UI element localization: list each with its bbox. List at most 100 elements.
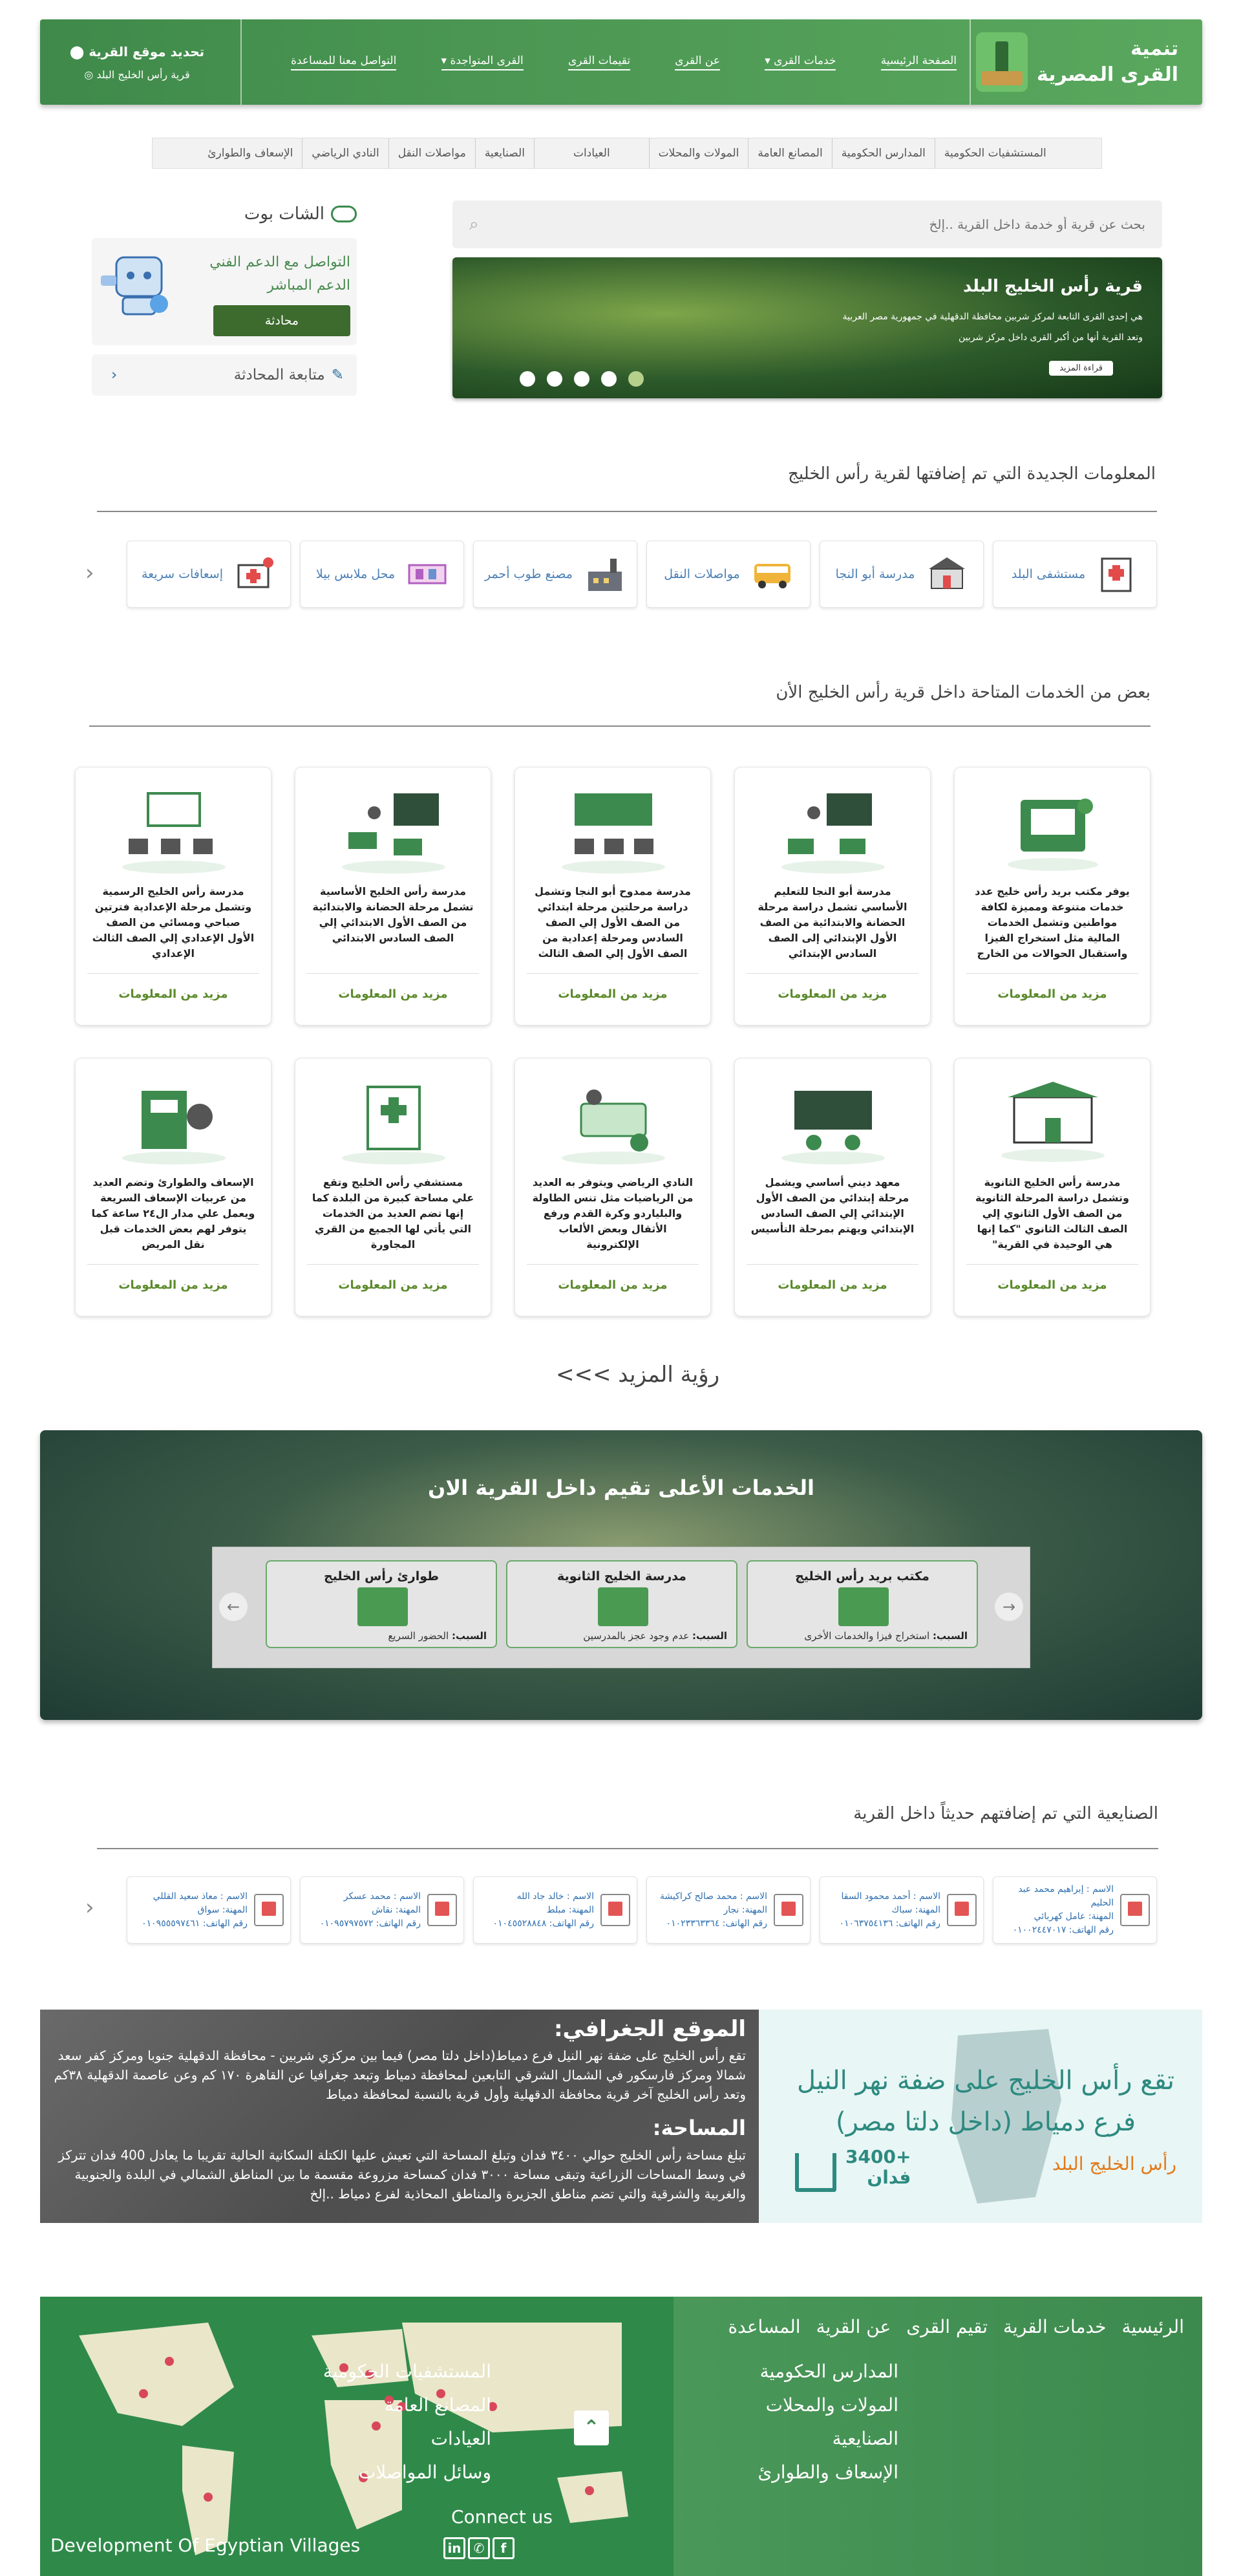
service-card[interactable]: معهد ديني أساسي ويشمل مرحلة إبتدائي من ا… [734,1058,931,1316]
category-gov-hospitals[interactable]: المستشفيات الحكومية [934,138,1055,168]
brand[interactable]: تنمية القرى المصرية [976,19,1183,105]
new-info-item[interactable]: محل ملابس بيلا [300,541,464,608]
category-sports-club[interactable]: النادي الرياضي [302,138,388,168]
category-gov-schools[interactable]: المدارس الحكومية [831,138,935,168]
category-clinics[interactable]: العيادات [533,138,649,168]
nav-ratings[interactable]: تقيمات القرى [568,54,631,70]
service-card[interactable]: مدرسة أبو النجا للتعليم الأساسي تشمل درا… [734,767,931,1025]
more-info-link[interactable]: مزيد من المعلومات [735,1278,930,1292]
more-info-link[interactable]: مزيد من المعلومات [295,1278,491,1292]
search-icon[interactable]: ⌕ [469,215,479,235]
arrow-right-icon[interactable]: → [995,1593,1023,1621]
category-bar: المستشفيات الحكومية المدارس الحكومية الم… [152,138,1102,169]
service-card[interactable]: النادي الرياضي ويتوفر به العديد من الريا… [514,1058,711,1316]
read-more-button[interactable]: قراءة المزيد [1049,361,1113,376]
category-malls[interactable]: المولات والمحلات [648,138,748,168]
service-card[interactable]: يوفر مكتب بريد رأس خليج عدد خدمات متنوعة… [954,767,1151,1025]
nav-home[interactable]: الصفحة الرئيسية [880,54,957,70]
rated-card[interactable]: مدرسة الخليج الثانوية السبب: عدم وجود عج… [506,1560,737,1648]
category-transport[interactable]: مواصلات النقل [388,138,475,168]
service-card[interactable]: مدرسة ممدوح أبو النجا وتشمل دراسة مرحلتي… [514,767,711,1025]
worker-card[interactable]: الاسم : أحمد محمود السقا المهنة: سباك رقم … [820,1876,984,1944]
nav-villages[interactable]: القرى المتواجدة ▾ [441,54,524,70]
emergency-icon [357,1587,408,1626]
new-info-item[interactable]: مواصلات النقل [646,541,811,608]
footer-link[interactable]: العيادات [323,2422,491,2456]
hospital-icon [1097,553,1138,595]
more-info-link[interactable]: مزيد من المعلومات [955,1278,1150,1292]
service-card[interactable]: مدرسة رأس الخليج الأساسية تشمل مرحلة الح… [295,767,491,1025]
see-more-link[interactable]: رؤية المزيد >>> [556,1362,719,1388]
new-info-item[interactable]: مدرسة أبو النجا [820,541,984,608]
worker-card[interactable]: الاسم : إبراهيم محمد عبد الحليم المهنة: ع… [993,1876,1157,1944]
more-info-link[interactable]: مزيد من المعلومات [76,1278,271,1292]
worker-card[interactable]: الاسم : محمد صالح كراكيشة المهنة: نجار رقم… [646,1876,811,1944]
footer-ratings[interactable]: تقيم القرى [906,2316,988,2337]
footer-link[interactable]: المولات والمحلات [758,2388,898,2422]
category-factories[interactable]: المصانع العامة [748,138,831,168]
rated-card[interactable]: طوارئ رأس الخليج السبب: الحضور السريع [266,1560,497,1648]
workers-title: الصنايعية التي تم إضافتهم حديثاً داخل ال… [853,1804,1158,1823]
location-picker[interactable]: تحديد موقع القرية ⬤ قرية رأس الخليج البل… [40,19,234,105]
service-description: مدرسة أبو النجا للتعليم الأساسي تشمل درا… [758,885,907,960]
school-building-icon [1001,1082,1105,1162]
more-info-link[interactable]: مزيد من المعلومات [295,987,491,1001]
facebook-icon[interactable]: f [493,2537,514,2559]
new-info-item[interactable]: مصنع طوب أحمر [473,541,637,608]
new-info-title: المعلومات الجديدة التي تم إضافتها لقرية … [788,464,1156,484]
rated-card[interactable]: مكتب بريد رأس الخليج السبب: استخراج فيزا… [747,1560,978,1648]
footer-services[interactable]: خدمات القرية [1003,2316,1107,2337]
nav-about[interactable]: عن القرى [675,54,720,70]
service-card[interactable]: مستشفي رأس الخليج وتقع علي مساحة كبيرة م… [295,1058,491,1316]
slider-dot[interactable] [628,371,644,387]
rated-name: طوارئ رأس الخليج [323,1569,440,1583]
new-info-item[interactable]: إسعافات سريعة [127,541,291,608]
card-divider [966,973,1138,974]
divider [97,511,1157,512]
slider-dot[interactable] [601,371,617,387]
slider-dot[interactable] [547,371,562,387]
worker-card[interactable]: الاسم : محمد عسكر المهنة: نقاش رقم الهاتف:… [300,1876,464,1944]
more-info-link[interactable]: مزيد من المعلومات [515,987,710,1001]
nav-village-services[interactable]: خدمات القرى ▾ [765,54,836,70]
footer-about[interactable]: عن القرية [816,2316,891,2337]
start-chat-button[interactable]: محادثة [213,305,350,336]
school-icon [598,1587,648,1626]
service-card[interactable]: الإسعاف والطوارئ وتضم العديد من عربيات ا… [75,1058,271,1316]
support-text: التواصل مع الدعم الفني الدعم المباشر [209,254,350,294]
card-divider [87,1264,259,1265]
search-input[interactable] [487,217,1145,232]
scroll-top-button[interactable]: ⌃ [574,2410,609,2445]
footer-link[interactable]: المصانع العامة [323,2388,491,2422]
arrow-left-icon[interactable]: ← [219,1593,248,1621]
more-info-link[interactable]: مزيد من المعلومات [515,1278,710,1292]
worker-card[interactable]: الاسم : معاذ سعيد القللي المهنة: سواق رقم … [127,1876,291,1944]
whatsapp-icon[interactable]: ✆ [468,2537,490,2559]
slider-dot[interactable] [574,371,589,387]
footer-link[interactable]: وسائل المواصلات [323,2456,491,2489]
footer-link[interactable]: الصنايعية [758,2422,898,2456]
more-info-link[interactable]: مزيد من المعلومات [735,987,930,1001]
linkedin-icon[interactable]: in [443,2537,465,2559]
footer-help[interactable]: المساعدة [728,2316,800,2337]
footer-link[interactable]: الإسعاف والطوارئ [758,2456,898,2489]
more-info-link[interactable]: مزيد من المعلومات [76,987,271,1001]
category-emergency[interactable]: الإسعاف والطوارئ [198,138,302,168]
brand-line-2: القرى المصرية [1037,63,1179,86]
footer-home[interactable]: الرئيسية [1122,2316,1184,2337]
worker-card[interactable]: الاسم : خالد جاد الله المهنة: مبلط رقم اله… [473,1876,637,1944]
service-card[interactable]: مدرسة رأس الخليج الثانوية وتشمل دراسة ال… [954,1058,1151,1316]
chevron-down-icon: ▾ [441,54,447,67]
chevron-left-icon[interactable]: ‹ [85,1894,94,1920]
footer-link[interactable]: المدارس الحكومية [758,2355,898,2388]
nav-contact[interactable]: التواصل معنا للمساعدة [291,54,397,70]
slider-dot[interactable] [520,371,535,387]
worker-id-icon [600,1894,630,1926]
more-info-link[interactable]: مزيد من المعلومات [955,987,1150,1001]
category-craftsmen[interactable]: الصنايعية [474,138,534,168]
chevron-left-icon[interactable]: ‹ [85,560,94,586]
service-card[interactable]: مدرسة رأس الخليج الرسمية وتشمل مرحلة الإ… [75,767,271,1025]
new-info-item[interactable]: مستشفى البلد [993,541,1157,608]
follow-chat-link[interactable]: ✎ متابعة المحادثة ‹ [92,354,357,396]
footer-link[interactable]: المستشفيات الحكومية [323,2355,491,2388]
